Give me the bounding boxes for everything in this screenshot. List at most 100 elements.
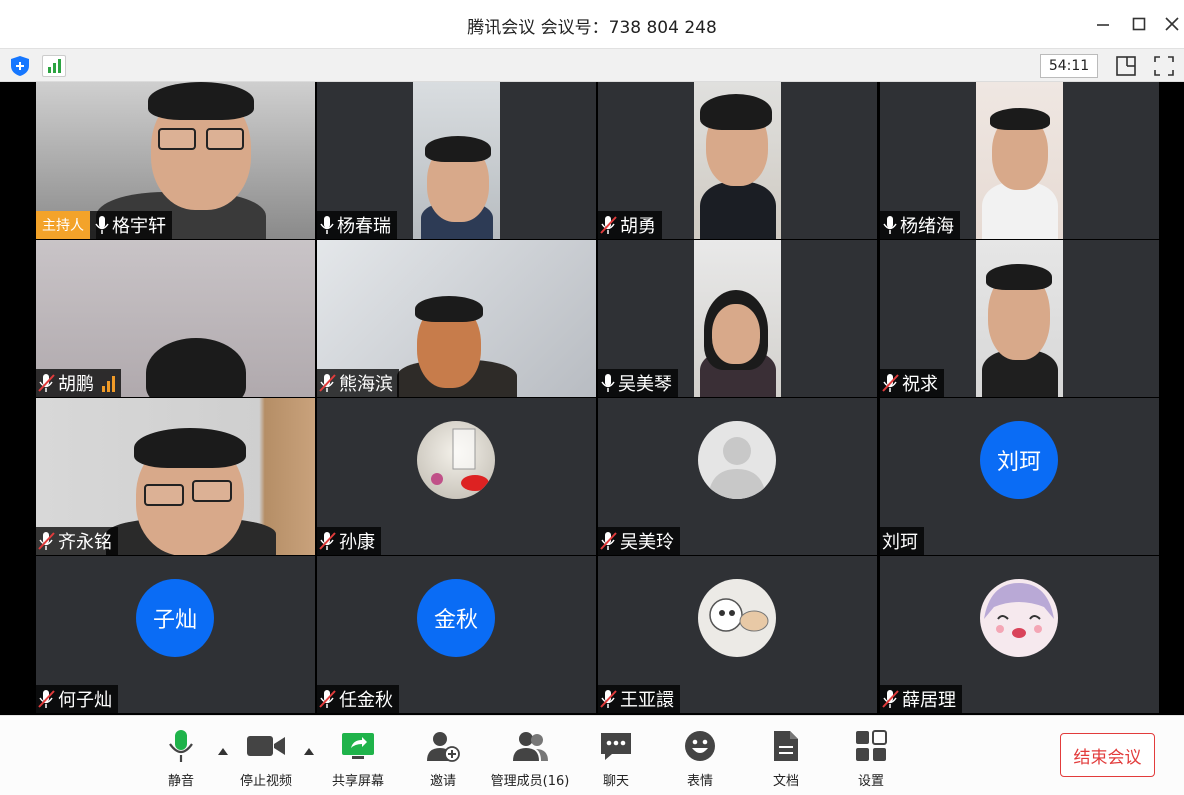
participant-tile[interactable]: 主持人 格宇轩 [36, 82, 315, 239]
participant-name: 王亚譞 [620, 690, 674, 711]
fullscreen-button[interactable] [1152, 54, 1176, 78]
speaking-volume-icon [102, 374, 115, 392]
mic-on-icon [95, 216, 109, 234]
mic-muted-icon [38, 690, 55, 708]
participant-tile[interactable]: 薛居理 [880, 556, 1159, 713]
layout-toggle-button[interactable] [1114, 54, 1138, 78]
fullscreen-icon [1154, 56, 1174, 76]
avatar [980, 579, 1058, 657]
docs-button[interactable]: 文档 [741, 726, 831, 789]
meeting-info-bar: 54:11 [0, 48, 1184, 82]
video-feed [694, 82, 781, 239]
participant-label: 吴美玲 [598, 527, 680, 555]
end-meeting-button[interactable]: 结束会议 [1060, 733, 1155, 777]
participant-tile[interactable]: 杨绪海 [880, 82, 1159, 239]
meeting-timer: 54:11 [1040, 54, 1098, 78]
close-button[interactable] [1160, 12, 1184, 36]
participant-name: 杨春瑞 [337, 216, 391, 237]
participant-tile[interactable]: 熊海滨 [317, 240, 596, 397]
share-screen-button[interactable]: 共享屏幕 [313, 726, 403, 789]
participant-label: 熊海滨 [317, 369, 399, 397]
share-screen-icon [340, 726, 376, 766]
mic-muted-icon [600, 532, 617, 550]
participant-name: 格宇轩 [112, 216, 166, 237]
participant-name: 胡勇 [620, 216, 656, 237]
video-feed [976, 240, 1063, 397]
security-shield-icon[interactable] [9, 55, 31, 77]
participant-tile[interactable]: 祝求 [880, 240, 1159, 397]
maximize-button[interactable] [1127, 12, 1151, 36]
participant-label: 任金秋 [317, 685, 399, 713]
participant-label: 杨绪海 [880, 211, 960, 239]
reactions-button[interactable]: 表情 [655, 726, 745, 789]
avatar [698, 421, 776, 499]
participant-label: 薛居理 [880, 685, 962, 713]
video-feed [413, 82, 500, 239]
chat-bubble-icon [599, 726, 633, 766]
participant-label: 何子灿 [36, 685, 118, 713]
participant-tile[interactable]: 胡勇 [598, 82, 877, 239]
mic-muted-icon [600, 690, 617, 708]
participant-label: 王亚譞 [598, 685, 680, 713]
participant-name: 何子灿 [58, 690, 112, 711]
participant-label: 齐永铭 [36, 527, 118, 555]
minimize-button[interactable] [1091, 12, 1115, 36]
participant-tile[interactable]: 齐永铭 [36, 398, 315, 555]
avatar: 金秋 [417, 579, 495, 657]
manage-members-button[interactable]: 管理成员(16) [485, 726, 575, 789]
participant-name: 吴美琴 [618, 374, 672, 395]
stop-video-button[interactable]: 停止视频 [221, 726, 311, 789]
participant-label: 胡鹏 [36, 369, 121, 397]
participant-tile[interactable]: 刘珂 刘珂 [880, 398, 1159, 555]
cartoon-avatar-icon [709, 598, 769, 632]
participant-name: 熊海滨 [339, 374, 393, 395]
participant-tile[interactable]: 王亚譞 [598, 556, 877, 713]
mic-muted-icon [882, 690, 899, 708]
layout-icon [1116, 56, 1136, 76]
title-bar: 腾讯会议 会议号：738 804 248 [0, 0, 1184, 48]
mic-on-icon [883, 216, 897, 234]
participant-tile[interactable]: 吴美玲 [598, 398, 877, 555]
chat-button[interactable]: 聊天 [571, 726, 661, 789]
video-camera-icon [246, 726, 286, 766]
participant-label: 孙康 [317, 527, 381, 555]
participant-name: 齐永铭 [58, 532, 112, 553]
participant-name: 薛居理 [902, 690, 956, 711]
add-user-icon [425, 726, 461, 766]
participant-tile[interactable]: 孙康 [317, 398, 596, 555]
mic-muted-icon [600, 216, 617, 234]
network-signal-icon[interactable] [42, 55, 66, 77]
video-feed [976, 82, 1063, 239]
mic-muted-icon [319, 690, 336, 708]
minimize-icon [1097, 24, 1109, 26]
mute-button[interactable]: 静音 [136, 726, 226, 789]
host-badge: 主持人 [36, 211, 90, 239]
anime-avatar-icon [984, 583, 1054, 638]
invite-button[interactable]: 邀请 [398, 726, 488, 789]
participant-name: 吴美玲 [620, 532, 674, 553]
settings-button[interactable]: 设置 [826, 726, 916, 789]
participant-tile[interactable]: 胡鹏 [36, 240, 315, 397]
avatar: 刘珂 [980, 421, 1058, 499]
video-feed [694, 240, 781, 397]
participant-name: 祝求 [902, 374, 938, 395]
participant-label: 祝求 [880, 369, 944, 397]
mic-muted-icon [319, 532, 336, 550]
participant-label: 杨春瑞 [317, 211, 397, 239]
participant-tile[interactable]: 杨春瑞 [317, 82, 596, 239]
avatar [698, 579, 776, 657]
mic-muted-icon [38, 374, 55, 392]
participant-label: 主持人 格宇轩 [36, 211, 172, 239]
close-icon [1165, 17, 1179, 31]
participant-label: 胡勇 [598, 211, 662, 239]
window-title: 腾讯会议 会议号：738 804 248 [467, 18, 717, 38]
participant-tile[interactable]: 金秋 任金秋 [317, 556, 596, 713]
mic-muted-icon [319, 374, 336, 392]
control-bar: 静音 停止视频 共享屏幕 邀请 管理成员(16) 聊天 表情 文档 设置 结束会… [0, 715, 1184, 795]
mic-muted-icon [882, 374, 899, 392]
participant-label: 吴美琴 [598, 369, 678, 397]
flower-photo-icon [431, 428, 489, 491]
participant-tile[interactable]: 子灿 何子灿 [36, 556, 315, 713]
participant-tile[interactable]: 吴美琴 [598, 240, 877, 397]
participant-name: 胡鹏 [58, 374, 94, 395]
